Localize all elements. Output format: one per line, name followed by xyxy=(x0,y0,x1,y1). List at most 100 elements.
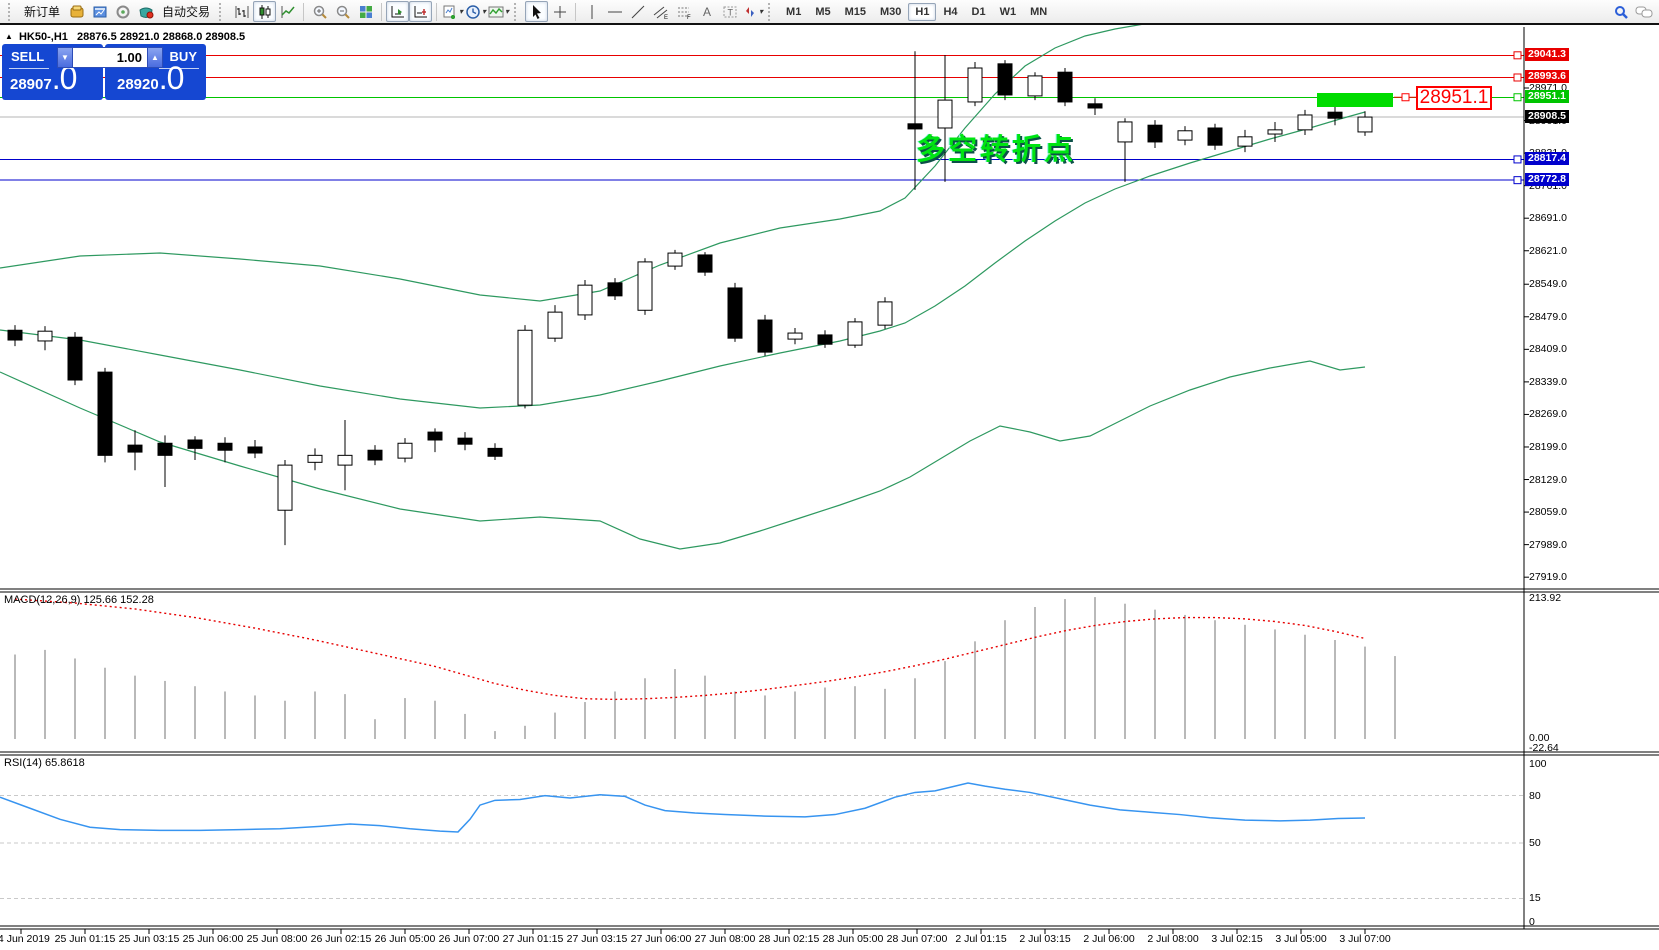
timeframe-H1[interactable]: H1 xyxy=(908,3,936,21)
rsi-scale-label: 100 xyxy=(1529,758,1547,770)
timeframe-D1[interactable]: D1 xyxy=(965,3,993,21)
fibonacci-icon: F xyxy=(675,3,693,21)
bar-chart-button[interactable] xyxy=(230,1,253,22)
time-axis-label: 3 Jul 05:00 xyxy=(1275,933,1326,945)
time-axis-label: 2 Jul 08:00 xyxy=(1147,933,1198,945)
sell-price-main: 28907 xyxy=(10,76,52,93)
tile-windows-button[interactable] xyxy=(354,1,377,22)
profiles-icon xyxy=(68,3,86,21)
volume-up-button[interactable]: ▲ xyxy=(147,47,163,68)
dropdown-arrow-icon: ▾ xyxy=(482,7,486,16)
sound-icon xyxy=(114,3,132,21)
timeframe-M5[interactable]: M5 xyxy=(808,3,837,21)
trendline-button[interactable] xyxy=(626,1,649,22)
dropdown-arrow-icon: ▾ xyxy=(759,7,763,16)
volume-input[interactable]: 1.00 xyxy=(73,47,147,68)
toolbar-grip xyxy=(514,3,521,21)
autotrading-button[interactable] xyxy=(134,1,157,22)
vertical-line-button[interactable] xyxy=(580,1,603,22)
vertical-line-icon xyxy=(583,3,601,21)
price-tick-label: 28129.0 xyxy=(1529,474,1567,486)
fibonacci-button[interactable]: F xyxy=(672,1,695,22)
horizontal-line-button[interactable] xyxy=(603,1,626,22)
price-tick-label: 28269.0 xyxy=(1529,408,1567,420)
svg-text:F: F xyxy=(687,15,691,20)
search-button[interactable] xyxy=(1609,1,1632,22)
clock-icon xyxy=(465,3,481,21)
time-axis-label: 27 Jun 01:15 xyxy=(503,933,564,945)
chat-icon xyxy=(1635,3,1653,21)
timeframe-MN[interactable]: MN xyxy=(1023,3,1054,21)
price-tag: 28772.8 xyxy=(1525,173,1569,186)
timeframe-group: M1M5M15M30H1H4D1W1MN xyxy=(779,3,1054,21)
candlestick-chart-icon xyxy=(256,3,274,21)
period-button[interactable]: ▾ xyxy=(464,1,487,22)
auto-scroll-button[interactable] xyxy=(386,1,409,22)
rsi-label: RSI(14) 65.8618 xyxy=(4,757,85,769)
bar-chart-icon xyxy=(233,3,251,21)
svg-text:T: T xyxy=(727,7,733,17)
market-watch-button[interactable] xyxy=(88,1,111,22)
autotrading-label[interactable]: 自动交易 xyxy=(157,1,215,22)
price-tick-label: 28059.0 xyxy=(1529,506,1567,518)
timeframe-M30[interactable]: M30 xyxy=(873,3,908,21)
price-tag: 28817.4 xyxy=(1525,152,1569,165)
arrows-button[interactable]: ▾ xyxy=(741,1,764,22)
time-axis-label: 3 Jul 02:15 xyxy=(1211,933,1262,945)
candlestick-chart-button[interactable] xyxy=(253,1,276,22)
price-tick-label: 27989.0 xyxy=(1529,539,1567,551)
time-axis-label: 2 Jul 01:15 xyxy=(955,933,1006,945)
dropdown-arrow-icon: ▾ xyxy=(505,7,509,16)
new-order-button[interactable]: 新订单 xyxy=(19,1,65,22)
price-label-box[interactable]: 28951.1 xyxy=(1416,86,1492,110)
profiles-button[interactable] xyxy=(65,1,88,22)
price-tick-label: 28691.0 xyxy=(1529,212,1567,224)
annotation-text[interactable]: 多空转折点 xyxy=(916,126,1076,168)
timeframe-M15[interactable]: M15 xyxy=(838,3,873,21)
main-toolbar: 新订单 自动交易 ▾ ▾ ▾ E xyxy=(0,0,1659,25)
one-click-trading-panel: SELL 28907.0 BUY 28920.0 ▼ 1.00 ▲ xyxy=(2,44,206,100)
svg-text:A: A xyxy=(703,5,711,19)
crosshair-button[interactable] xyxy=(548,1,571,22)
rsi-scale-label: 15 xyxy=(1529,892,1541,904)
toolbar-grip xyxy=(219,3,226,21)
time-axis-label: 25 Jun 06:00 xyxy=(183,933,244,945)
text-label-button[interactable]: T xyxy=(718,1,741,22)
text-icon: A xyxy=(698,3,716,21)
text-button[interactable]: A xyxy=(695,1,718,22)
price-tag: 28908.5 xyxy=(1525,110,1569,123)
timeframe-H4[interactable]: H4 xyxy=(936,3,964,21)
price-tick-label: 28549.0 xyxy=(1529,278,1567,290)
price-tick-label: 28621.0 xyxy=(1529,245,1567,257)
line-chart-icon xyxy=(279,3,297,21)
price-tick-label: 28199.0 xyxy=(1529,441,1567,453)
rsi-scale-label: 0 xyxy=(1529,916,1535,928)
macd-label: MACD(12,26,9) 125.66 152.28 xyxy=(4,594,154,606)
sound-button[interactable] xyxy=(111,1,134,22)
zoom-in-button[interactable] xyxy=(308,1,331,22)
timeframe-W1[interactable]: W1 xyxy=(993,3,1024,21)
time-axis-label: 26 Jun 05:00 xyxy=(375,933,436,945)
channel-button[interactable]: E xyxy=(649,1,672,22)
time-axis-label: 28 Jun 05:00 xyxy=(823,933,884,945)
toolbar-separator xyxy=(575,3,576,21)
chart-shift-button[interactable] xyxy=(409,1,432,22)
zoom-out-button[interactable] xyxy=(331,1,354,22)
price-tick-label: 27919.0 xyxy=(1529,571,1567,583)
chart-canvas[interactable] xyxy=(0,0,1659,950)
price-tick-label: 28409.0 xyxy=(1529,343,1567,355)
timeframe-M1[interactable]: M1 xyxy=(779,3,808,21)
price-tag: 28993.6 xyxy=(1525,70,1569,83)
trendline-icon xyxy=(629,3,647,21)
chart-ohlc-values: 28876.5 28921.0 28868.0 28908.5 xyxy=(77,31,245,43)
template-button[interactable]: ▾ xyxy=(487,1,510,22)
cursor-button[interactable] xyxy=(525,1,548,22)
market-watch-icon xyxy=(91,3,109,21)
time-axis-label: 25 Jun 08:00 xyxy=(247,933,308,945)
time-axis-label: 2 Jul 06:00 xyxy=(1083,933,1134,945)
chat-button[interactable] xyxy=(1632,1,1655,22)
search-icon xyxy=(1612,3,1630,21)
new-chart-button[interactable]: ▾ xyxy=(441,1,464,22)
line-chart-button[interactable] xyxy=(276,1,299,22)
volume-down-button[interactable]: ▼ xyxy=(57,47,73,68)
